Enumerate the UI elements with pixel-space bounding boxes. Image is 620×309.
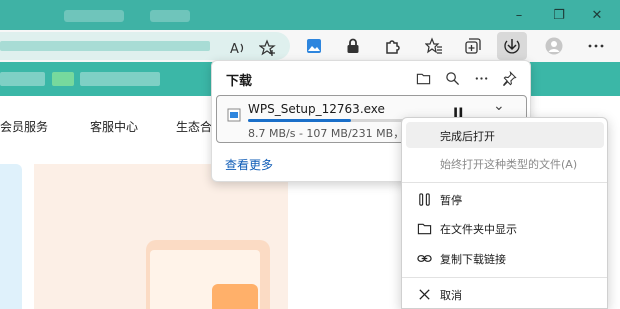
favorites-icon[interactable] bbox=[422, 34, 446, 58]
close-icon[interactable]: ✕ bbox=[584, 4, 610, 26]
address-bar[interactable]: A bbox=[0, 32, 290, 60]
download-status: 8.7 MB/s - 107 MB/231 MB， bbox=[248, 127, 405, 140]
search-icon[interactable] bbox=[441, 67, 463, 89]
menu-item-label: 暂停 bbox=[440, 194, 462, 207]
file-name[interactable]: WPS_Setup_12763.exe bbox=[248, 102, 385, 116]
menu-divider bbox=[402, 182, 607, 183]
chevron-down-icon[interactable]: ⌄ bbox=[493, 98, 505, 114]
downloads-title: 下载 bbox=[226, 74, 253, 89]
blurred-header-text bbox=[80, 72, 160, 86]
restore-icon[interactable]: ❐ bbox=[546, 4, 572, 26]
menu-item-label: 始终打开这种类型的文件(A) bbox=[440, 158, 578, 171]
image-icon[interactable] bbox=[302, 34, 326, 58]
blurred-header-text bbox=[52, 72, 74, 86]
document-graphic bbox=[212, 284, 258, 309]
menu-item-label: 在文件夹中显示 bbox=[440, 223, 517, 236]
nav-item-member[interactable]: 会员服务 bbox=[0, 118, 48, 135]
blurred-url bbox=[0, 41, 210, 51]
download-icon bbox=[504, 39, 520, 54]
more-options-icon[interactable] bbox=[470, 67, 492, 89]
browser-toolbar: A bbox=[0, 30, 620, 62]
menu-item-label: 取消 bbox=[440, 289, 462, 302]
profile-avatar[interactable] bbox=[542, 34, 566, 58]
puzzle-icon[interactable] bbox=[380, 34, 404, 58]
pin-icon[interactable] bbox=[498, 67, 520, 89]
menu-divider bbox=[402, 277, 607, 278]
menu-item-always-open: 始终打开这种类型的文件(A) bbox=[406, 150, 604, 176]
minimize-icon[interactable]: – bbox=[506, 4, 532, 26]
star-add-icon[interactable] bbox=[256, 36, 280, 60]
promo-card-left[interactable] bbox=[0, 164, 22, 309]
download-context-menu: 完成后打开 始终打开这种类型的文件(A) 暂停 在文件夹中显示 复制下载链接 取… bbox=[401, 117, 608, 309]
read-aloud-icon[interactable]: A bbox=[226, 36, 250, 60]
menu-item-pause[interactable]: 暂停 bbox=[406, 186, 604, 212]
nav-item-ecosystem[interactable]: 生态合 bbox=[176, 118, 212, 135]
nav-item-support[interactable]: 客服中心 bbox=[90, 118, 138, 135]
close-icon bbox=[416, 286, 432, 302]
menu-item-open-when-done[interactable]: 完成后打开 bbox=[406, 122, 604, 148]
downloads-button[interactable] bbox=[497, 32, 527, 60]
blurred-header-text bbox=[0, 72, 45, 86]
progress-fill bbox=[248, 119, 351, 122]
svg-text:A: A bbox=[230, 42, 239, 57]
more-icon[interactable] bbox=[584, 34, 608, 58]
open-folder-icon[interactable] bbox=[412, 67, 434, 89]
folder-icon bbox=[416, 220, 432, 236]
collections-icon[interactable] bbox=[461, 34, 485, 58]
pause-icon bbox=[416, 191, 432, 207]
menu-item-label: 完成后打开 bbox=[440, 130, 495, 143]
title-bar: – ❐ ✕ bbox=[0, 0, 620, 30]
menu-item-show-in-folder[interactable]: 在文件夹中显示 bbox=[406, 215, 604, 241]
see-more-link[interactable]: 查看更多 bbox=[225, 156, 273, 173]
blurred-tab[interactable] bbox=[64, 10, 124, 22]
blurred-tab[interactable] bbox=[150, 10, 190, 22]
lock-icon[interactable] bbox=[341, 34, 365, 58]
menu-item-label: 复制下载链接 bbox=[440, 253, 506, 266]
menu-item-cancel[interactable]: 取消 bbox=[406, 281, 604, 307]
exe-file-icon bbox=[227, 108, 241, 122]
link-icon bbox=[416, 250, 432, 266]
menu-item-copy-link[interactable]: 复制下载链接 bbox=[406, 245, 604, 271]
